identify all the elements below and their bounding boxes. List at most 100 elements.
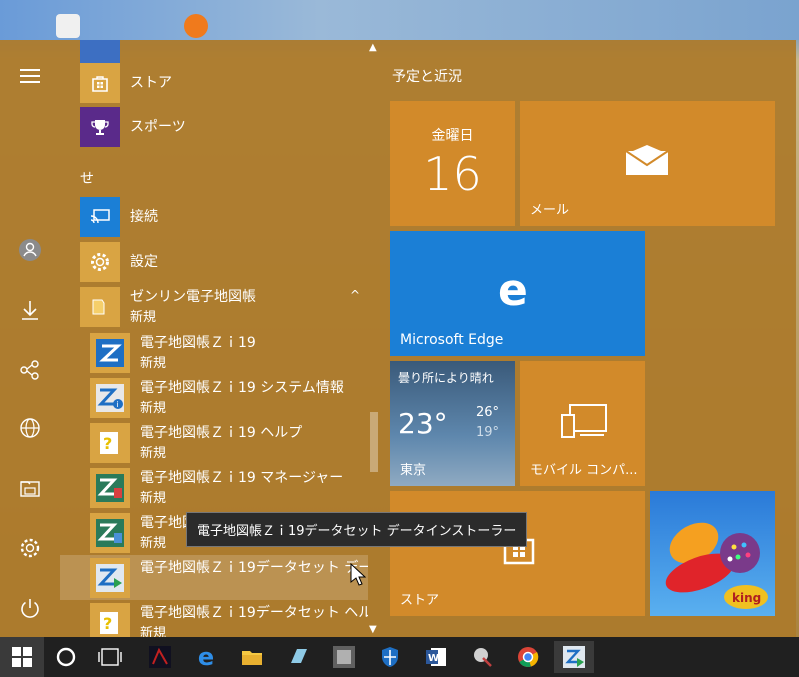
defender-icon[interactable] <box>370 641 410 673</box>
weather-high: 26° <box>476 405 500 420</box>
new-badge: 新規 <box>140 626 167 637</box>
file-explorer-icon[interactable] <box>16 474 44 502</box>
svg-text:?: ? <box>103 614 112 633</box>
desktop-icon[interactable] <box>56 14 80 38</box>
app-item-store[interactable]: ストア <box>80 60 368 104</box>
scrollbar-thumb[interactable] <box>370 412 378 472</box>
word-icon[interactable]: W <box>416 641 456 673</box>
task-view-icon[interactable] <box>90 641 130 673</box>
svg-text:i: i <box>117 400 119 409</box>
app-item-settings[interactable]: 設定 <box>80 239 368 283</box>
new-badge: 新規 <box>140 356 167 371</box>
weather-city: 東京 <box>400 463 427 478</box>
app-list-scrollbar[interactable]: ▲ ▼ <box>368 40 382 637</box>
zenrin-installer-icon <box>90 558 130 598</box>
tile-label: モバイル コンパ... <box>530 463 638 478</box>
chevron-up-icon[interactable]: ^ <box>350 288 360 302</box>
app-item-label: 電子地図帳Ｚｉ19 システム情報 <box>140 380 344 396</box>
new-badge: 新規 <box>140 491 167 506</box>
settings-gear-icon[interactable] <box>16 534 44 562</box>
calendar-day-number: 16 <box>423 147 482 201</box>
help-document-icon: ? <box>90 603 130 637</box>
mail-tile[interactable]: メール <box>520 101 775 226</box>
app-item-label: 電子地図帳Ｚｉ19データセット ヘルプ <box>140 605 368 621</box>
new-badge: 新規 <box>140 401 167 416</box>
app-item-sports[interactable]: スポーツ <box>80 104 368 148</box>
store-tile[interactable]: ストア <box>390 491 645 616</box>
new-badge: 新規 <box>140 536 167 551</box>
app-item-label: 電子地図帳Ｚｉ19 マネージャー <box>140 470 344 486</box>
folder-zenrin[interactable]: ゼンリン電子地図帳 新規 ^ <box>80 284 368 328</box>
candy-crush-logo-icon: king <box>665 522 768 609</box>
mouse-cursor-icon <box>350 563 366 586</box>
desktop-background <box>0 0 799 40</box>
tile-label: Microsoft Edge <box>400 332 504 348</box>
svg-text:W: W <box>428 653 439 664</box>
svg-text:king: king <box>732 591 761 605</box>
tile-label: ストア <box>400 593 440 608</box>
app-tooltip: 電子地図帳Ｚｉ19データセット データインストーラー <box>186 512 528 547</box>
weather-low: 19° <box>476 425 500 440</box>
app-item-label: スポーツ <box>130 119 186 135</box>
windows-start-icon[interactable] <box>0 637 44 677</box>
start-rail <box>0 40 60 637</box>
avast-icon[interactable] <box>184 14 208 38</box>
zenrin-app-icon <box>90 513 130 553</box>
app-item-connect[interactable]: 接続 <box>80 194 368 238</box>
chrome-icon[interactable] <box>508 641 548 673</box>
folder-label: ゼンリン電子地図帳 <box>130 289 256 305</box>
app-icon[interactable] <box>278 641 318 673</box>
svg-text:?: ? <box>103 434 112 453</box>
calendar-day-name: 金曜日 <box>431 128 474 144</box>
homegroup-icon[interactable] <box>16 356 44 384</box>
app-item-zi19-help[interactable]: ? 電子地図帳Ｚｉ19 ヘルプ 新規 <box>90 420 368 465</box>
tile-label: メール <box>530 203 570 218</box>
store-bag-icon <box>80 63 120 103</box>
network-globe-icon[interactable] <box>16 414 44 442</box>
app-item-zi19-sysinfo[interactable]: i 電子地図帳Ｚｉ19 システム情報 新規 <box>90 375 368 420</box>
folder-badge: 新規 <box>130 310 157 325</box>
zenrin-manager-icon <box>90 468 130 508</box>
app-icon[interactable] <box>324 641 364 673</box>
app-item-zi19-dataset-installer[interactable]: 電子地図帳Ｚｉ19データセット デー <box>60 555 368 600</box>
app-item-label: 設定 <box>130 254 158 270</box>
weather-tile[interactable]: 曇り所により晴れ 23° 26° 19° 東京 <box>390 361 515 486</box>
zenrin-z-icon <box>90 333 130 373</box>
app-item-zi19-manager[interactable]: 電子地図帳Ｚｉ19 マネージャー 新規 <box>90 465 368 510</box>
edge-tile[interactable]: e Microsoft Edge <box>390 231 645 356</box>
trophy-icon <box>80 107 120 147</box>
app-icon[interactable] <box>140 641 180 673</box>
app-item-label: ストア <box>130 75 172 91</box>
mail-envelope-icon <box>625 145 669 175</box>
calendar-tile[interactable]: 金曜日 16 <box>390 101 515 226</box>
edge-logo-icon: e <box>498 265 528 316</box>
app-item-zi19-dataset-help[interactable]: ? 電子地図帳Ｚｉ19データセット ヘルプ 新規 <box>90 600 368 637</box>
start-menu: ストア スポーツ せ 接続 設定 ゼンリン電子地図帳 新規 ^ 電子地図帳Ｚｉ1… <box>0 40 796 637</box>
power-icon[interactable] <box>16 594 44 622</box>
app-item-label: 電子地図帳Ｚｉ19データセット デー <box>140 560 368 576</box>
tiles-panel: 予定と近況 金曜日 16 メール e Microsoft Edge 曇り所により… <box>382 40 796 637</box>
tile-group-title[interactable]: 予定と近況 <box>392 66 462 86</box>
app-item-label: 電子地図帳Ｚｉ19 ヘルプ <box>140 425 303 441</box>
app-item-zi19[interactable]: 電子地図帳Ｚｉ19 新規 <box>90 330 368 375</box>
zenrin-info-icon: i <box>90 378 130 418</box>
downloads-icon[interactable] <box>16 296 44 324</box>
file-explorer-icon[interactable] <box>232 641 272 673</box>
hamburger-menu-icon[interactable] <box>16 62 44 90</box>
map-app-icon[interactable] <box>554 641 594 673</box>
gear-icon <box>80 242 120 282</box>
cortana-icon[interactable] <box>46 641 86 673</box>
phone-companion-tile[interactable]: モバイル コンパ... <box>520 361 645 486</box>
scroll-down-arrow-icon[interactable]: ▼ <box>369 624 377 635</box>
app-item-label: 電子地図帳Ｚｉ19 <box>140 335 256 351</box>
section-letter-se[interactable]: せ <box>80 168 94 188</box>
edge-icon[interactable]: e <box>186 641 226 673</box>
weather-condition: 曇り所により晴れ <box>398 371 494 385</box>
weather-temp: 23° <box>398 407 448 440</box>
candy-crush-tile[interactable]: king <box>650 491 775 616</box>
connect-icon <box>80 197 120 237</box>
scroll-up-arrow-icon[interactable]: ▲ <box>369 42 377 53</box>
app-icon[interactable] <box>462 641 502 673</box>
mobile-devices-icon <box>561 404 607 438</box>
user-avatar-icon[interactable] <box>16 236 44 264</box>
